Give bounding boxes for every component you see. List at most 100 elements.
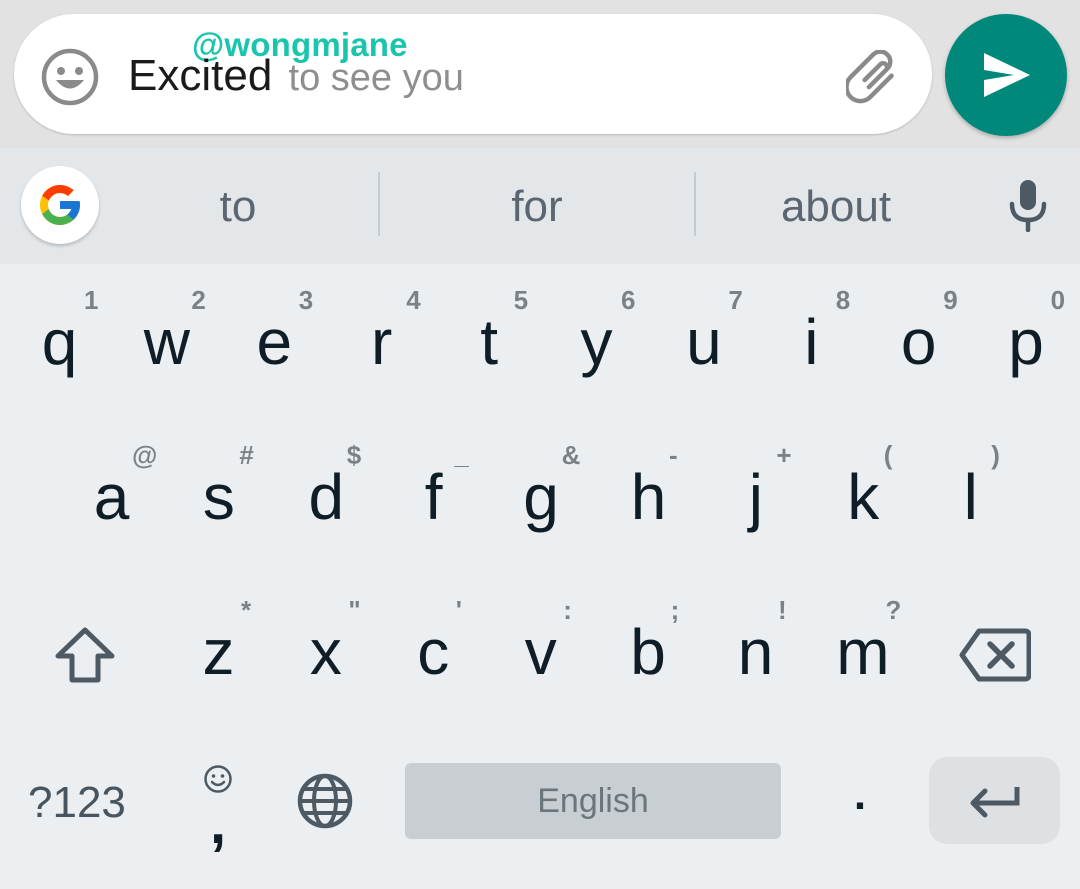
- key-label: i: [804, 306, 819, 378]
- key-label: e: [256, 306, 293, 378]
- suggestion-item[interactable]: about: [698, 182, 974, 232]
- key-hint: -: [669, 440, 678, 470]
- space-bar[interactable]: English: [405, 763, 781, 839]
- key-label: q: [41, 306, 78, 378]
- key-label: m: [836, 616, 890, 688]
- backspace-key[interactable]: [950, 610, 1040, 700]
- send-arrow-icon: [984, 53, 1030, 97]
- enter-key[interactable]: [929, 757, 1060, 844]
- key-label: v: [524, 616, 557, 688]
- key-z[interactable]: z *: [165, 585, 272, 735]
- key-label: z: [202, 616, 235, 688]
- key-hint: ): [991, 440, 1000, 470]
- key-e[interactable]: e3: [221, 275, 328, 425]
- key-label: f: [424, 461, 443, 533]
- key-label: a: [93, 461, 130, 533]
- key-label: w: [143, 306, 190, 378]
- key-hint: 6: [621, 285, 636, 315]
- key-hint: !: [778, 595, 787, 625]
- key-b[interactable]: b;: [595, 585, 702, 735]
- key-c[interactable]: c ': [380, 585, 487, 735]
- key-p[interactable]: p0: [973, 275, 1080, 425]
- key-w[interactable]: w2: [113, 275, 220, 425]
- key-hint: 8: [835, 285, 851, 315]
- key-o[interactable]: o9: [865, 275, 972, 425]
- key-r[interactable]: r4: [328, 275, 435, 425]
- key-hint: $: [346, 440, 362, 470]
- key-label: t: [480, 306, 498, 378]
- period-key[interactable]: .: [820, 770, 900, 850]
- key-hint: #: [239, 440, 254, 470]
- key-u[interactable]: u7: [650, 275, 757, 425]
- typed-text: Excited: [128, 51, 273, 100]
- key-label: b: [630, 616, 666, 688]
- key-label: s: [202, 461, 235, 533]
- key-hint: &: [561, 440, 581, 470]
- compose-area: @wongmjane Excited to see you: [0, 0, 1080, 148]
- message-input[interactable]: @wongmjane Excited to see you: [14, 14, 932, 134]
- key-label: u: [686, 306, 722, 378]
- autocomplete-suggestion[interactable]: to see you: [289, 57, 464, 99]
- microphone-icon[interactable]: [1004, 178, 1052, 233]
- message-text: Excited to see you: [128, 54, 464, 98]
- key-hint: ": [348, 595, 361, 625]
- key-j[interactable]: j +: [702, 430, 809, 580]
- key-label: k: [847, 461, 880, 533]
- shift-key[interactable]: [40, 610, 130, 700]
- key-h[interactable]: h-: [595, 430, 702, 580]
- key-hint: :: [563, 595, 572, 625]
- key-hint: ?: [885, 595, 902, 625]
- key-label: j: [748, 461, 763, 533]
- key-x[interactable]: x ": [272, 585, 379, 735]
- key-label: l: [963, 461, 978, 533]
- key-label: x: [309, 616, 342, 688]
- enter-return-icon: [970, 786, 1019, 817]
- key-label: g: [523, 461, 559, 533]
- key-hint: +: [776, 440, 792, 470]
- key-q[interactable]: q1: [6, 275, 113, 425]
- key-f[interactable]: f _: [380, 430, 487, 580]
- key-hint: *: [241, 595, 252, 625]
- key-hint: 7: [728, 285, 743, 315]
- key-y[interactable]: y6: [543, 275, 650, 425]
- key-hint: _: [454, 440, 469, 470]
- key-hint: 0: [1050, 285, 1066, 315]
- key-i[interactable]: i8: [758, 275, 865, 425]
- key-label: n: [737, 616, 774, 688]
- symbols-key[interactable]: ?123: [28, 778, 126, 828]
- paperclip-icon[interactable]: [844, 49, 906, 110]
- suggestion-divider: [694, 172, 696, 236]
- key-label: c: [417, 616, 450, 688]
- key-hint: 5: [513, 285, 529, 315]
- send-button[interactable]: [945, 14, 1067, 136]
- key-hint: 3: [298, 285, 314, 315]
- key-label: y: [580, 306, 613, 378]
- suggestion-item[interactable]: to: [100, 182, 376, 232]
- key-hint: ': [455, 595, 462, 625]
- key-label: r: [371, 306, 393, 378]
- key-l[interactable]: l): [917, 430, 1024, 580]
- language-switch-key[interactable]: [290, 766, 360, 836]
- globe-icon: [297, 773, 353, 829]
- smiley-face-icon[interactable]: [40, 47, 100, 107]
- suggestion-item[interactable]: for: [382, 182, 692, 232]
- key-a[interactable]: a @: [58, 430, 165, 580]
- key-d[interactable]: d $: [273, 430, 380, 580]
- key-label: p: [1008, 306, 1044, 378]
- key-n[interactable]: n!: [702, 585, 809, 735]
- google-search-button[interactable]: [21, 166, 99, 244]
- key-k[interactable]: k(: [810, 430, 917, 580]
- comma-key[interactable]: ,: [190, 760, 248, 856]
- key-hint: 1: [84, 285, 99, 315]
- key-hint: (: [883, 440, 893, 470]
- google-g-icon: [40, 185, 80, 225]
- key-s[interactable]: s #: [165, 430, 272, 580]
- suggestion-divider: [378, 172, 380, 236]
- key-v[interactable]: v:: [487, 585, 594, 735]
- key-t[interactable]: t5: [436, 275, 543, 425]
- key-label: d: [308, 461, 345, 533]
- key-g[interactable]: g &: [488, 430, 595, 580]
- key-m[interactable]: m?: [809, 585, 916, 735]
- key-hint: 4: [406, 285, 421, 315]
- backspace-icon: [959, 628, 1031, 682]
